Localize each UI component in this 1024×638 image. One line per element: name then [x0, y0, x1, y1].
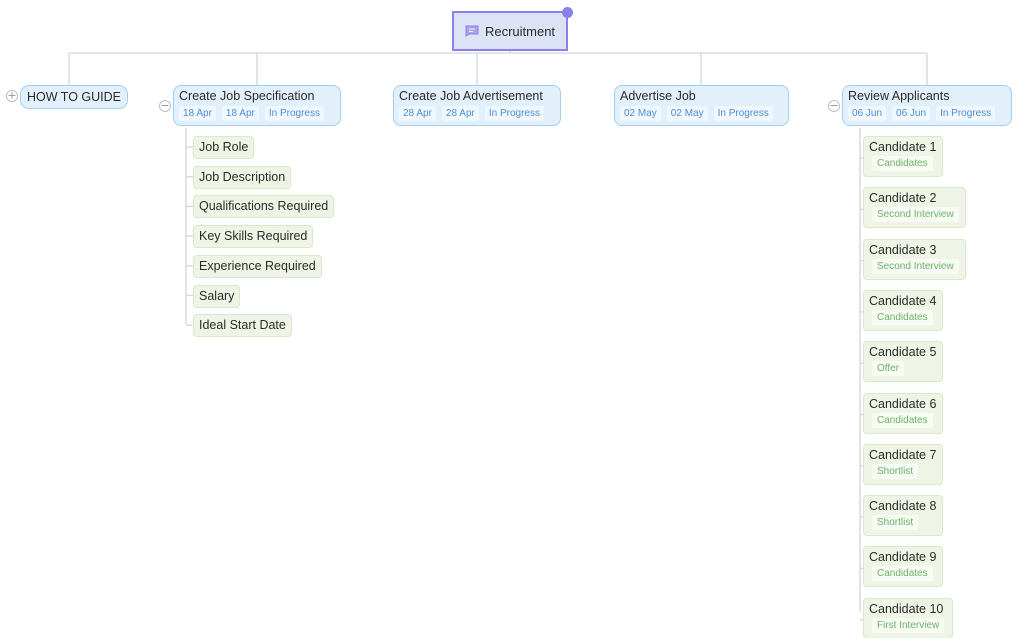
job-spec-item[interactable]: Key Skills Required [193, 225, 314, 249]
end-date: 02 May [666, 106, 708, 121]
start-date: 06 Jun [848, 106, 887, 121]
node-how-to-guide[interactable]: HOW TO GUIDE [20, 85, 128, 109]
candidate-name: Candidate 5 [869, 345, 937, 360]
candidate-node[interactable]: Candidate 9 Candidates [863, 546, 944, 588]
root-node-recruitment[interactable]: Recruitment [452, 7, 573, 51]
candidate-name: Candidate 2 [869, 191, 937, 206]
node-title: Create Job Specification [179, 89, 315, 103]
status-badge: In Progress [264, 106, 324, 121]
status-badge: In Progress [713, 106, 773, 121]
candidate-status-badge: Candidates [872, 566, 933, 582]
node-title: Review Applicants [848, 89, 950, 103]
node-title: Advertise Job [620, 89, 696, 103]
candidate-status-badge: First Interview [872, 617, 945, 633]
end-date: 06 Jun [892, 106, 931, 121]
candidate-node[interactable]: Candidate 1 Candidates [863, 136, 944, 177]
candidate-status-badge: Second Interview [872, 207, 959, 223]
candidate-status-badge: Shortlist [872, 515, 919, 531]
end-date: 18 Apr [221, 106, 259, 121]
root-node-title: Recruitment [484, 23, 556, 39]
candidate-name: Candidate 7 [869, 447, 937, 462]
node-title: Create Job Advertisement [399, 89, 543, 103]
job-spec-item[interactable]: Salary [193, 284, 241, 308]
node-review-applicants[interactable]: Review Applicants 06 Jun 06 Jun In Progr… [842, 85, 1012, 126]
start-date: 18 Apr [179, 106, 216, 121]
job-spec-item[interactable]: Qualifications Required [193, 195, 335, 219]
job-spec-item[interactable]: Experience Required [193, 254, 322, 278]
candidate-node[interactable]: Candidate 6 Candidates [863, 392, 944, 434]
node-drag-handle[interactable] [562, 7, 573, 18]
candidate-node[interactable]: Candidate 2 Second Interview [863, 187, 966, 229]
candidate-status-badge: Candidates [872, 156, 933, 171]
candidate-name: Candidate 4 [869, 293, 937, 308]
candidate-node[interactable]: Candidate 3 Second Interview [863, 238, 966, 280]
candidate-name: Candidate 3 [869, 242, 937, 257]
end-date: 28 Apr [441, 106, 479, 121]
start-date: 28 Apr [399, 106, 436, 121]
mind-map-canvas[interactable]: Recruitment + HOW TO GUIDE − Create Job … [0, 0, 1024, 638]
candidate-name: Candidate 10 [869, 601, 944, 616]
start-date: 02 May [620, 106, 661, 121]
job-spec-item[interactable]: Ideal Start Date [193, 314, 292, 338]
status-badge: In Progress [936, 106, 996, 121]
candidate-node[interactable]: Candidate 5 Offer [863, 341, 944, 383]
candidate-status-badge: Second Interview [872, 258, 959, 274]
candidate-status-badge: Offer [872, 361, 905, 377]
job-spec-item[interactable]: Job Role [193, 136, 255, 159]
candidate-node[interactable]: Candidate 10 First Interview [863, 597, 953, 638]
node-create-job-advertisement[interactable]: Create Job Advertisement 28 Apr 28 Apr I… [393, 85, 561, 126]
candidate-node[interactable]: Candidate 8 Shortlist [863, 495, 944, 537]
node-create-job-specification[interactable]: Create Job Specification 18 Apr 18 Apr I… [173, 85, 341, 126]
status-badge: In Progress [484, 106, 544, 121]
candidate-name: Candidate 8 [869, 499, 937, 514]
candidate-name: Candidate 1 [869, 140, 937, 154]
collapse-toggle-icon[interactable]: − [159, 100, 171, 112]
chat-bubble-icon [465, 25, 479, 37]
job-spec-item[interactable]: Job Description [193, 165, 292, 189]
candidate-name: Candidate 6 [869, 396, 937, 411]
candidate-status-badge: Candidates [872, 309, 933, 325]
expand-toggle-icon[interactable]: + [6, 90, 18, 102]
candidate-status-badge: Shortlist [872, 463, 919, 479]
candidate-node[interactable]: Candidate 7 Shortlist [863, 443, 944, 485]
candidate-status-badge: Candidates [872, 412, 933, 428]
candidate-node[interactable]: Candidate 4 Candidates [863, 289, 944, 331]
node-title: HOW TO GUIDE [27, 90, 121, 104]
collapse-toggle-icon[interactable]: − [828, 100, 840, 112]
node-advertise-job[interactable]: Advertise Job 02 May 02 May In Progress [614, 85, 789, 126]
candidate-name: Candidate 9 [869, 550, 937, 565]
